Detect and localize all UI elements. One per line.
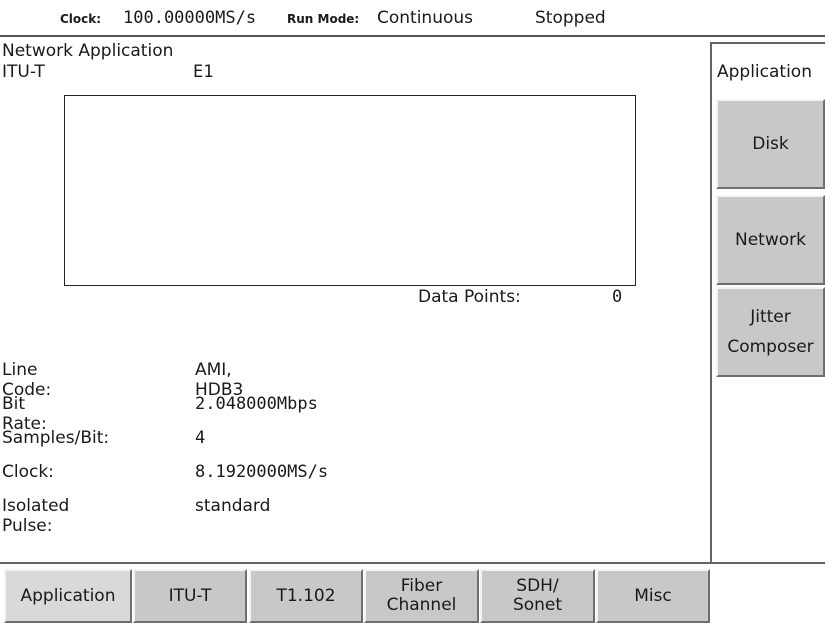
- side-menu: Application Disk Network Jitter Composer: [710, 42, 825, 562]
- param-label: Isolated Pulse:: [2, 496, 70, 536]
- tab-label: T1.102: [276, 585, 336, 606]
- clock-value: 100.00000MS/s: [123, 8, 257, 28]
- param-value: 8.1920000MS/s: [195, 462, 329, 482]
- bottom-menu: Application ITU-T T1.102 Fiber Channel SD…: [0, 562, 825, 623]
- tab-sdh-sonet[interactable]: SDH/Sonet: [480, 569, 595, 623]
- data-points-value: 0: [612, 287, 623, 307]
- disk-button-label: Disk: [752, 134, 789, 154]
- tab-label: Misc: [634, 585, 672, 606]
- param-label: Samples/Bit:: [2, 428, 110, 448]
- side-menu-title: Application: [717, 62, 812, 82]
- page-title: Network Application: [2, 41, 174, 61]
- tab-misc[interactable]: Misc: [596, 569, 710, 623]
- param-value: standard: [195, 496, 271, 516]
- param-value: 4: [195, 428, 206, 448]
- label-line-1: Jitter: [750, 307, 791, 327]
- param-label: Clock:: [2, 462, 54, 482]
- tab-label: ITU-T: [168, 585, 212, 606]
- tab-application[interactable]: Application: [4, 569, 132, 623]
- status-divider: [0, 35, 825, 37]
- label-line-2: Sonet: [512, 595, 563, 615]
- tab-t1-102[interactable]: T1.102: [249, 569, 363, 623]
- jitter-composer-button-label: Jitter Composer: [727, 302, 813, 362]
- status-bar: Clock: 100.00000MS/s Run Mode: Continuou…: [0, 0, 825, 36]
- clock-label: Clock:: [60, 12, 102, 26]
- label-line-2: Composer: [727, 337, 814, 357]
- run-mode-value: Continuous: [377, 8, 474, 28]
- data-points-label: Data Points:: [418, 287, 521, 307]
- label-line-2: Channel: [386, 595, 457, 615]
- param-value: 2.048000Mbps: [195, 394, 318, 414]
- tab-label: Application: [20, 585, 116, 606]
- standard-label: ITU-T: [2, 62, 45, 82]
- tab-itu-t[interactable]: ITU-T: [133, 569, 247, 623]
- jitter-composer-button[interactable]: Jitter Composer: [716, 287, 825, 377]
- standard-value: E1: [193, 62, 214, 82]
- network-button[interactable]: Network: [716, 195, 825, 285]
- run-state: Stopped: [535, 8, 606, 28]
- tab-fiber-channel[interactable]: Fiber Channel: [364, 569, 479, 623]
- run-mode-label: Run Mode:: [287, 12, 360, 26]
- label-line-1: Fiber: [400, 576, 443, 596]
- waveform-display: [64, 95, 636, 286]
- label-line-1: SDH/: [516, 576, 559, 596]
- tab-label: Fiber Channel: [387, 577, 457, 615]
- disk-button[interactable]: Disk: [716, 99, 825, 189]
- tab-label: SDH/Sonet: [513, 577, 562, 615]
- network-button-label: Network: [735, 230, 806, 250]
